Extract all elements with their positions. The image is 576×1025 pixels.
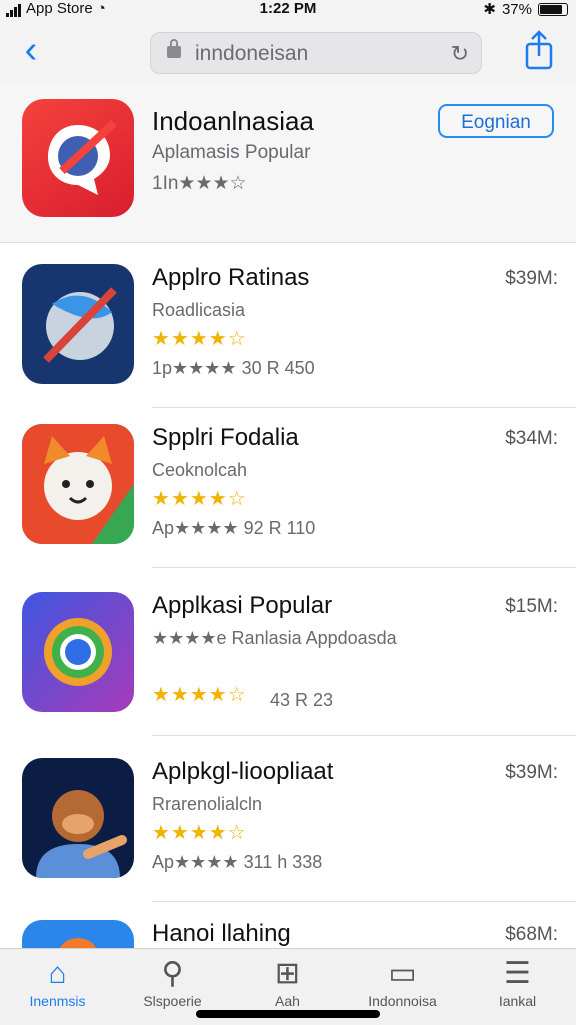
search-field[interactable]: inndoneisan ↻ (150, 32, 482, 74)
lock-icon (167, 39, 181, 58)
search-text: inndoneisan (195, 42, 309, 65)
app-icon-partial (22, 920, 134, 948)
chat-bubble-icon: ▭ (388, 957, 417, 990)
app-price[interactable]: $68M: (505, 924, 558, 946)
app-developer: Ceoknolcah (152, 460, 248, 480)
tab-label: Aah (275, 993, 300, 1009)
app-price[interactable]: $15M: (505, 596, 558, 618)
bluetooth-icon: ✱ (483, 1, 496, 18)
app-price[interactable]: $39M: (505, 268, 558, 290)
battery-icon (538, 2, 568, 16)
app-name: Applkasi Popular (152, 592, 333, 619)
app-name: Aplpkgl-lioopliaat (152, 758, 334, 785)
app-developer: Roadlicasia (152, 300, 246, 320)
tab-label: Indonnoisa (368, 993, 437, 1009)
row-divider (152, 567, 576, 568)
reload-icon[interactable]: ↻ (451, 41, 469, 67)
app-price[interactable]: $34M: (505, 428, 558, 450)
app-list-item[interactable]: Spplri Fodalia Ceoknolcah ★★★★☆ Ap★★★★ 9… (0, 402, 576, 568)
app-list-item[interactable]: Hanoi llahing $68M: (0, 898, 576, 948)
app-name: Hanoi llahing (152, 920, 291, 947)
battery-percent: 37% (501, 0, 532, 18)
search-icon: ⚲ (161, 957, 184, 990)
app-price[interactable]: $39M: (505, 762, 558, 784)
featured-app-subtitle: Aplamasis Popular (152, 142, 311, 163)
status-right: ✱ 37% (483, 0, 568, 18)
app-meta: 1p★★★★ 30 R 450 (152, 358, 315, 378)
app-meta: 43 R 23 (270, 690, 334, 710)
share-icon[interactable] (524, 30, 554, 70)
app-icon-ring (22, 592, 134, 712)
featured-app-title: Indoanlnasiaa (152, 106, 314, 136)
app-list-item[interactable]: Applkasi Popular ★★★★e Ranlasia Appdoasd… (0, 570, 576, 736)
tab-home[interactable]: ⌂ Inenmsis (0, 955, 115, 1021)
featured-app-rating: 1In★★★☆ (152, 173, 247, 194)
app-developer: ★★★★e Ranlasia Appdoasda (152, 628, 397, 648)
tab-label: Inenmsis (29, 993, 86, 1009)
app-icon-character (22, 758, 134, 878)
tab-label: Iankal (498, 993, 537, 1009)
back-button[interactable]: ‹ (14, 31, 48, 69)
app-name: Applro Ratinas (152, 264, 310, 291)
menu-icon: ☰ (504, 957, 531, 990)
tab-label: Slspoerie (143, 993, 202, 1009)
app-list-item[interactable]: Applro Ratinas Roadlicasia ★★★★☆ 1p★★★★ … (0, 242, 576, 408)
app-name: Spplri Fodalia (152, 424, 299, 451)
app-icon-fox (22, 424, 134, 544)
status-bar: App Store ◔ 1:22 PM ✱ 37% (0, 0, 576, 22)
plus-square-icon: ⊞ (274, 957, 301, 990)
app-developer: Rrarenolialcln (152, 794, 263, 814)
app-meta: Ap★★★★ 311 h 338 (152, 852, 323, 872)
star-rating: ★★★★☆ (152, 488, 247, 510)
get-button[interactable]: Eognian (438, 104, 554, 138)
featured-app-icon (22, 99, 134, 217)
star-rating: ★★★★☆ (152, 684, 247, 706)
star-rating: ★★★★☆ (152, 822, 247, 844)
home-icon: ⌂ (48, 957, 67, 990)
app-meta: Ap★★★★ 92 R 110 (152, 518, 316, 538)
app-list-item[interactable]: Aplpkgl-lioopliaat Rrarenolialcln ★★★★☆ … (0, 736, 576, 902)
tab-menu[interactable]: ☰ Iankal (460, 955, 575, 1021)
star-rating: ★★★★☆ (152, 328, 247, 350)
home-indicator (196, 1010, 380, 1018)
featured-app[interactable]: Indoanlnasiaa Aplamasis Popular 1In★★★☆ … (0, 84, 576, 243)
navigation-bar: ‹ inndoneisan ↻ (0, 22, 576, 84)
app-icon-ratinas (22, 264, 134, 384)
